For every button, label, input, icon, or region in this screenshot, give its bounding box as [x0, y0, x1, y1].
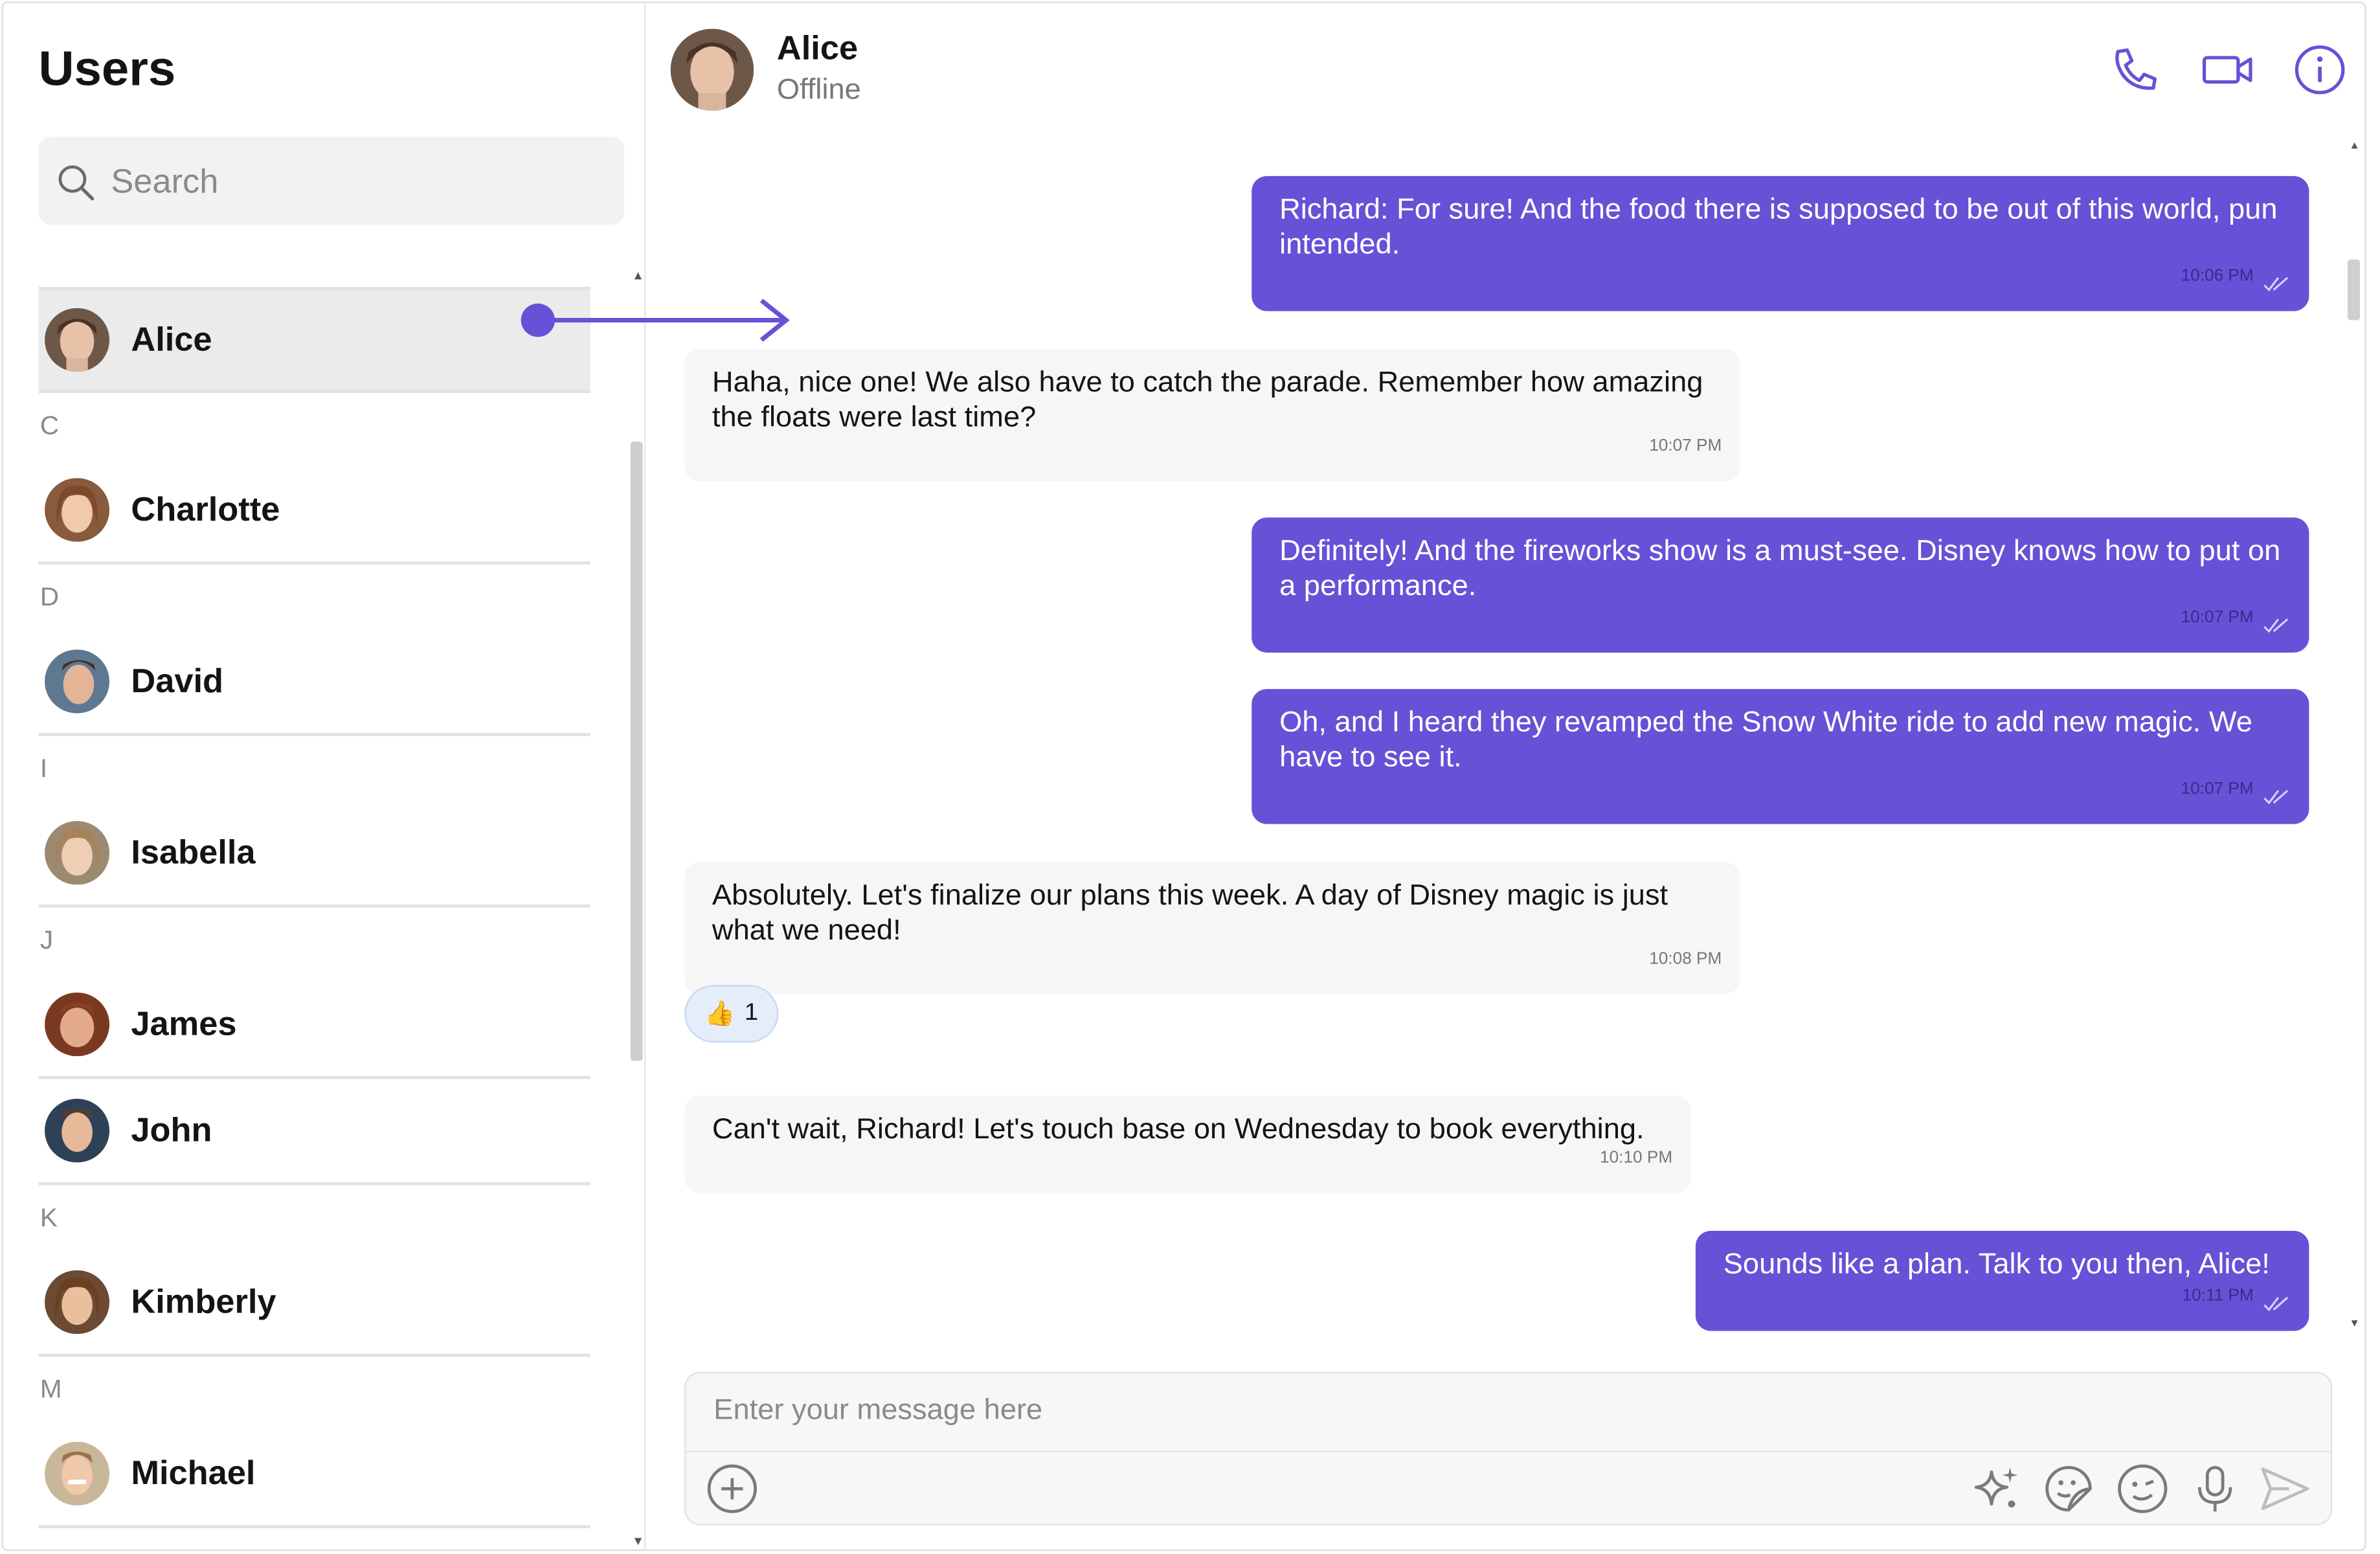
- message-time: 10:07 PM: [1649, 437, 1722, 456]
- avatar[interactable]: [670, 28, 754, 111]
- message-text: Haha, nice one! We also have to catch th…: [712, 367, 1703, 434]
- message-bubble-incoming[interactable]: Can't wait, Richard! Let's touch base on…: [684, 1096, 1691, 1193]
- message-bubble-outgoing[interactable]: Oh, and I heard they revamped the Snow W…: [1252, 689, 2309, 824]
- user-row-james[interactable]: James: [38, 973, 590, 1079]
- user-name: David: [131, 661, 224, 700]
- chat-user-name: Alice: [776, 28, 859, 67]
- message-time: 10:07 PM: [2181, 608, 2254, 627]
- scroll-down-arrow[interactable]: ▼: [2349, 1319, 2360, 1329]
- section-letter: M: [39, 1375, 62, 1404]
- message-text: Absolutely. Let's finalize our plans thi…: [712, 880, 1668, 947]
- read-receipt-icon: [2263, 276, 2289, 291]
- avatar: [45, 1098, 110, 1163]
- user-name: Kimberly: [131, 1282, 276, 1321]
- avatar: [45, 992, 110, 1057]
- microphone-icon[interactable]: [2189, 1463, 2241, 1515]
- users-panel: Users Search Alice C Charlotte D David I…: [1, 1, 646, 1551]
- sticker-icon[interactable]: [2043, 1463, 2095, 1515]
- message-input[interactable]: Enter your message here: [713, 1395, 1042, 1428]
- thumbs-up-emoji: 👍: [704, 1001, 735, 1028]
- message-text: Oh, and I heard they revamped the Snow W…: [1279, 707, 2252, 774]
- chat-app-window: Users Search Alice C Charlotte D David I…: [0, 0, 2380, 1554]
- user-row-charlotte[interactable]: Charlotte: [38, 458, 590, 565]
- search-box[interactable]: Search: [38, 136, 625, 225]
- add-attachment-icon[interactable]: [706, 1463, 758, 1515]
- sidebar-scrollbar[interactable]: [630, 442, 643, 1061]
- users-title: Users: [38, 41, 176, 96]
- message-list: Richard: For sure! And the food there is…: [647, 138, 2364, 1337]
- avatar: [45, 1270, 110, 1334]
- user-row-kimberly[interactable]: Kimberly: [38, 1250, 590, 1357]
- message-bubble-incoming[interactable]: Absolutely. Let's finalize our plans thi…: [684, 862, 1740, 995]
- message-text: Can't wait, Richard! Let's touch base on…: [712, 1114, 1645, 1146]
- avatar: [45, 308, 110, 372]
- message-time: 10:11 PM: [2182, 1287, 2254, 1305]
- scroll-up-arrow[interactable]: ▲: [2349, 141, 2360, 152]
- composer-divider: [686, 1450, 2331, 1453]
- message-time: 10:06 PM: [2181, 267, 2254, 286]
- user-row-isabella[interactable]: Isabella: [38, 802, 590, 908]
- scroll-down-arrow[interactable]: ▼: [632, 1535, 644, 1548]
- scroll-up-arrow[interactable]: ▲: [632, 269, 644, 282]
- user-row-alice[interactable]: Alice: [38, 286, 590, 394]
- section-letter: J: [39, 925, 54, 955]
- user-name: Alice: [131, 320, 212, 359]
- message-time: 10:08 PM: [1649, 950, 1722, 969]
- search-input[interactable]: Search: [111, 163, 218, 202]
- section-letter: I: [39, 754, 48, 783]
- message-composer: Enter your message here: [684, 1371, 2333, 1526]
- read-receipt-icon: [2263, 1296, 2289, 1312]
- read-receipt-icon: [2263, 789, 2289, 805]
- reaction-badge[interactable]: 👍 1: [684, 985, 779, 1043]
- user-row-michael[interactable]: Michael: [38, 1422, 590, 1529]
- message-time: 10:07 PM: [2181, 780, 2254, 798]
- user-name: James: [131, 1004, 237, 1043]
- message-text: Definitely! And the fireworks show is a …: [1279, 535, 2281, 603]
- video-call-icon[interactable]: [2201, 44, 2254, 96]
- users-list: Alice C Charlotte D David I Isabella J J…: [38, 286, 590, 1529]
- message-bubble-outgoing[interactable]: Richard: For sure! And the food there is…: [1252, 175, 2309, 311]
- user-name: Michael: [131, 1454, 256, 1492]
- user-row-david[interactable]: David: [38, 630, 590, 736]
- ai-sparkle-icon[interactable]: [1970, 1463, 2023, 1515]
- section-letter: C: [39, 411, 60, 440]
- section-letter: K: [39, 1203, 58, 1233]
- emoji-icon[interactable]: [2116, 1463, 2169, 1515]
- user-name: Isabella: [131, 833, 256, 872]
- chat-panel: Alice Offline Richard: For sure! And the…: [647, 1, 2364, 1551]
- avatar: [45, 649, 110, 714]
- user-row-john[interactable]: John: [38, 1079, 590, 1186]
- message-bubble-outgoing[interactable]: Definitely! And the fireworks show is a …: [1252, 517, 2309, 653]
- phone-icon[interactable]: [2109, 44, 2161, 96]
- read-receipt-icon: [2263, 618, 2289, 633]
- avatar: [45, 1441, 110, 1506]
- chat-user-status: Offline: [776, 74, 861, 107]
- message-bubble-outgoing[interactable]: Sounds like a plan. Talk to you then, Al…: [1695, 1230, 2309, 1331]
- chat-scrollbar[interactable]: [2347, 259, 2361, 321]
- message-text: Sounds like a plan. Talk to you then, Al…: [1723, 1248, 2270, 1281]
- section-letter: D: [39, 583, 60, 612]
- user-name: Charlotte: [131, 490, 280, 528]
- message-text: Richard: For sure! And the food there is…: [1279, 194, 2278, 262]
- message-time: 10:10 PM: [1600, 1149, 1673, 1167]
- reaction-count: 1: [744, 1000, 759, 1026]
- info-icon[interactable]: [2294, 44, 2346, 96]
- message-bubble-incoming[interactable]: Haha, nice one! We also have to catch th…: [684, 349, 1740, 481]
- search-icon: [58, 165, 95, 201]
- avatar: [45, 478, 110, 542]
- user-name: John: [131, 1110, 212, 1149]
- avatar: [45, 820, 110, 885]
- send-icon[interactable]: [2258, 1463, 2311, 1515]
